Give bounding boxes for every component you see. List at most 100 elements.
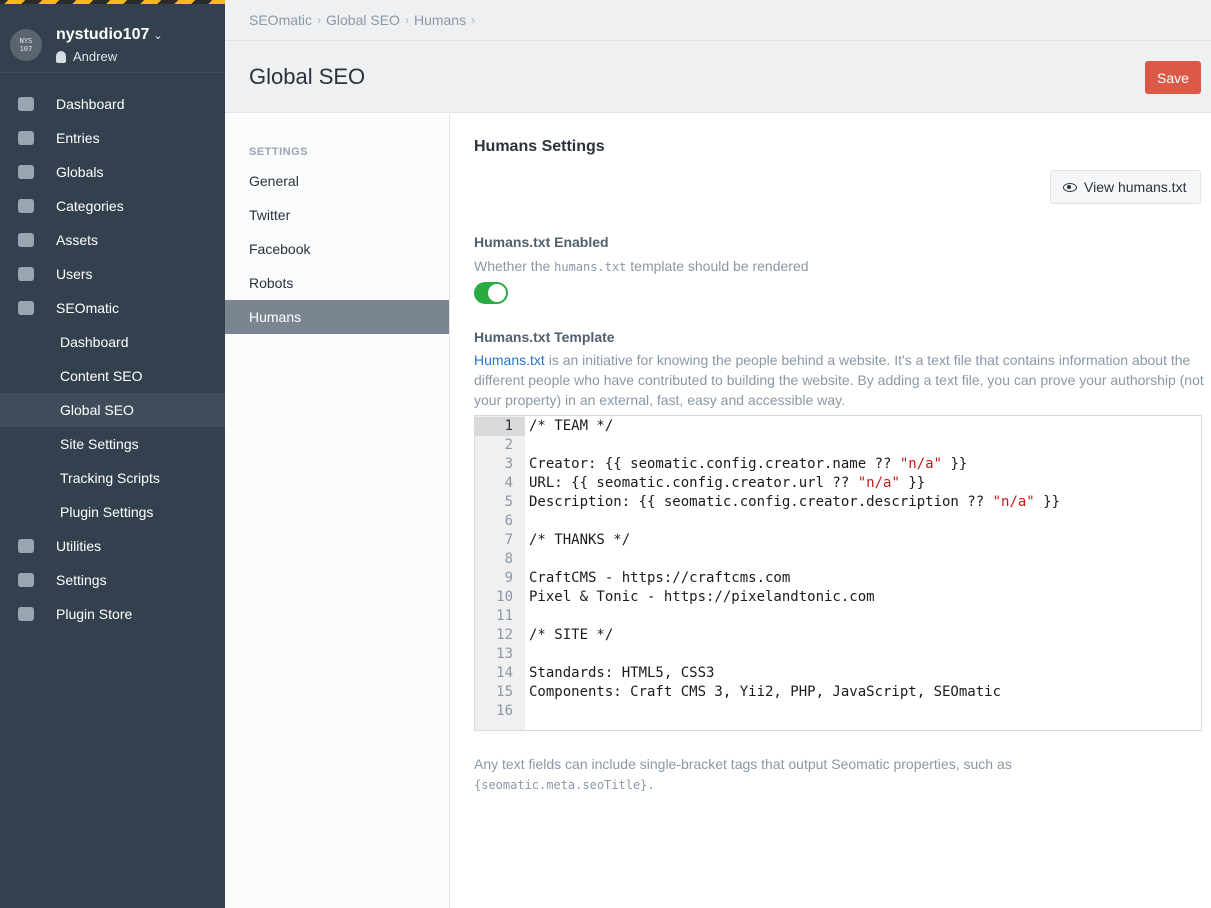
- code-text: URL: {{ seomatic.config.creator.url ?? "…: [529, 475, 926, 491]
- user-menu[interactable]: Andrew: [56, 49, 163, 64]
- sidebar-subitem-content-seo[interactable]: Content SEO: [0, 359, 225, 393]
- line-number: 6: [504, 513, 513, 529]
- template-label: Humans.txt Template: [474, 329, 615, 345]
- code-line: 16: [475, 702, 1201, 721]
- line-number: 15: [496, 684, 513, 700]
- line-number: 8: [504, 551, 513, 567]
- line-number: 13: [496, 646, 513, 662]
- main: SEOmatic › Global SEO › Humans › Global SEO S…: [225, 0, 1211, 908]
- line-number: 11: [496, 608, 513, 624]
- sidebar-item-label: Entries: [56, 130, 100, 146]
- plug-icon: [0, 607, 56, 621]
- breadcrumb-item[interactable]: Global SEO: [326, 12, 400, 28]
- code-line: 9 CraftCMS - https://craftcms.com: [475, 569, 1201, 588]
- line-number: 7: [504, 532, 513, 548]
- enabled-toggle[interactable]: [474, 282, 508, 304]
- sidebar-item-globals[interactable]: Globals: [0, 155, 225, 189]
- line-number: 5: [504, 494, 513, 510]
- gear-icon: [0, 573, 56, 587]
- sidebar-item-entries[interactable]: Entries: [0, 121, 225, 155]
- sidebar-item-label: Globals: [56, 164, 104, 180]
- code-text: /* SITE */: [529, 627, 614, 643]
- code-line: 13: [475, 645, 1201, 664]
- sidebar-item-label: Plugin Store: [56, 606, 133, 622]
- subnav-item-robots[interactable]: Robots: [225, 266, 449, 300]
- code-line: 2: [475, 436, 1201, 455]
- sidebar-subitem-tracking-scripts[interactable]: Tracking Scripts: [0, 461, 225, 495]
- code-line: 1/* TEAM */: [475, 417, 1201, 436]
- subnav-item-general[interactable]: General: [225, 164, 449, 198]
- site-name[interactable]: nystudio107 ⌄: [56, 26, 163, 44]
- subnav-heading: SETTINGS: [249, 146, 309, 158]
- footnote: Any text fields can include single-brack…: [474, 756, 1012, 792]
- sidebar-item-plugin-store[interactable]: Plugin Store: [0, 597, 225, 631]
- line-number: 12: [496, 627, 513, 643]
- dashboard-icon: [0, 97, 56, 111]
- chevron-down-icon: ⌄: [153, 29, 163, 42]
- line-number: 2: [504, 437, 513, 453]
- sidebar-subitem-global-seo[interactable]: Global SEO: [0, 393, 225, 427]
- sidebar-item-label: Users: [56, 266, 93, 282]
- code-text: Components: Craft CMS 3, Yii2, PHP, Java…: [529, 684, 1002, 700]
- sidebar-item-label: Assets: [56, 232, 99, 248]
- code-line: 12 /* SITE */: [475, 626, 1201, 645]
- line-number: 10: [496, 589, 513, 605]
- line-number: 9: [504, 570, 513, 586]
- sidebar-item-utilities[interactable]: Utilities: [0, 529, 225, 563]
- code-line: 10 Pixel & Tonic - https://pixelandtonic.…: [475, 588, 1201, 607]
- settings-panel: Humans Settings View humans.txt Humans.t…: [450, 114, 1211, 908]
- eye-icon: [1063, 182, 1077, 192]
- sidebar-subitem-site-settings[interactable]: Site Settings: [0, 427, 225, 461]
- wrench-icon: [0, 539, 56, 553]
- sidebar-divider: [0, 72, 225, 73]
- code-line: 3 Creator: {{ seomatic.config.creator.nam…: [475, 455, 1201, 474]
- view-humans-button[interactable]: View humans.txt: [1050, 170, 1201, 204]
- breadcrumb-item[interactable]: SEOmatic: [249, 12, 312, 28]
- chevron-right-icon: ›: [317, 13, 322, 27]
- sidebar-item-seomatic[interactable]: SEOmatic: [0, 291, 225, 325]
- line-number: 3: [504, 456, 513, 472]
- humans-txt-link[interactable]: Humans.txt: [474, 352, 545, 368]
- code-line: 6: [475, 512, 1201, 531]
- code-text: Standards: HTML5, CSS3: [529, 665, 715, 681]
- subnav-item-humans[interactable]: Humans: [225, 300, 449, 334]
- code-text: Description: {{ seomatic.config.creator.…: [529, 494, 1061, 510]
- sidebar-item-label: SEOmatic: [56, 300, 120, 316]
- code-line: 11: [475, 607, 1201, 626]
- main-nav: Dashboard Entries Globals Categories Assets U…: [0, 87, 225, 631]
- template-description: Humans.txt is an initiative for knowing …: [474, 352, 1204, 408]
- sidebar-subitem-plugin-settings[interactable]: Plugin Settings: [0, 495, 225, 529]
- folder-icon: [0, 199, 56, 213]
- code-line: 15 Components: Craft CMS 3, Yii2, PHP, Ja…: [475, 683, 1201, 702]
- code-text: Creator: {{ seomatic.config.creator.name…: [529, 456, 968, 472]
- line-number: 4: [504, 475, 513, 491]
- chevron-right-icon: ›: [471, 13, 476, 27]
- sidebar-item-assets[interactable]: Assets: [0, 223, 225, 257]
- sidebar-item-label: Dashboard: [56, 96, 125, 112]
- code-editor[interactable]: 1/* TEAM */2 3 Creator: {{ seomatic.config…: [474, 415, 1202, 731]
- line-number: 14: [496, 665, 513, 681]
- sidebar-item-users[interactable]: Users: [0, 257, 225, 291]
- site-header[interactable]: NYS 107 nystudio107 ⌄ Andrew: [0, 4, 225, 72]
- code-line: 7 /* THANKS */: [475, 531, 1201, 550]
- enabled-label: Humans.txt Enabled: [474, 234, 609, 250]
- code-text: Pixel & Tonic - https://pixelandtonic.co…: [529, 589, 875, 605]
- sidebar-item-label: Utilities: [56, 538, 102, 554]
- user-icon: [56, 50, 66, 63]
- breadcrumb-item[interactable]: Humans: [414, 12, 466, 28]
- code-text: /* THANKS */: [529, 532, 631, 548]
- sidebar-subitem-dashboard[interactable]: Dashboard: [0, 325, 225, 359]
- users-icon: [0, 267, 56, 281]
- subnav-item-twitter[interactable]: Twitter: [225, 198, 449, 232]
- sidebar-item-categories[interactable]: Categories: [0, 189, 225, 223]
- sidebar-item-settings[interactable]: Settings: [0, 563, 225, 597]
- code-line: 14 Standards: HTML5, CSS3: [475, 664, 1201, 683]
- sidebar-item-dashboard[interactable]: Dashboard: [0, 87, 225, 121]
- sidebar-item-label: Categories: [56, 198, 124, 214]
- save-button[interactable]: Save: [1145, 61, 1201, 94]
- subnav-item-facebook[interactable]: Facebook: [225, 232, 449, 266]
